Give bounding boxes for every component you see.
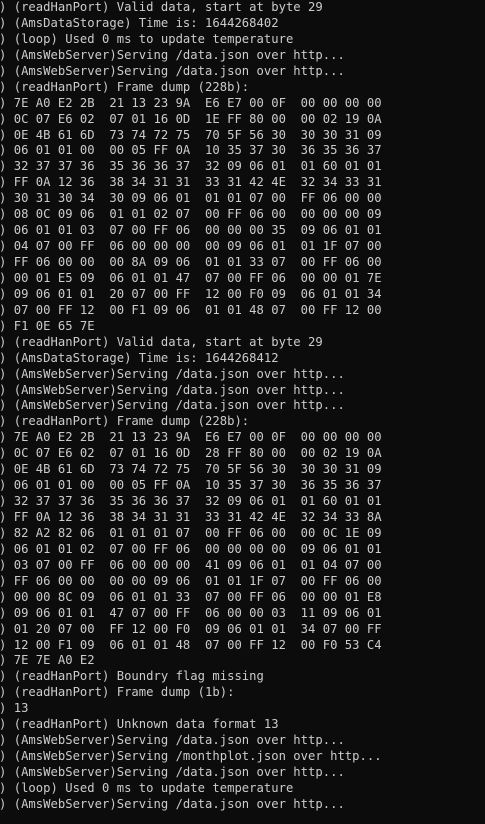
console-line: ) (AmsWebServer)Serving /data.json over … xyxy=(0,47,345,62)
console-line: ) 09 06 01 01 47 07 00 FF 06 00 00 03 11… xyxy=(0,605,382,620)
console-line: ) FF 06 00 00 00 8A 09 06 01 01 33 07 00… xyxy=(0,255,382,269)
console-line: ) (AmsDataStorage) Time is: 1644268412 xyxy=(0,350,279,365)
console-line: ) (AmsWebServer)Serving /monthplot.json … xyxy=(0,749,382,764)
console-line: ) 7E A0 E2 2B 21 13 23 9A E6 E7 00 0F 00… xyxy=(0,430,382,445)
console-line: ) FF 0A 12 36 38 34 31 31 33 31 42 4E 32… xyxy=(0,510,382,524)
console-line: ) 0E 4B 61 6D 73 74 72 75 70 5F 56 30 30… xyxy=(0,127,382,142)
console-line: ) 32 37 37 36 35 36 36 37 32 09 06 01 01… xyxy=(0,159,382,174)
console-line: ) (AmsWebServer)Serving /data.json over … xyxy=(0,382,345,397)
console-line: ) 03 07 00 FF 06 00 00 00 41 09 06 01 01… xyxy=(0,557,382,572)
console-line: ) 00 00 8C 09 06 01 01 33 07 00 FF 06 00… xyxy=(0,589,382,604)
console-line: ) 30 31 30 34 30 09 06 01 01 01 07 00 FF… xyxy=(0,191,382,206)
console-line: ) 04 07 00 FF 06 00 00 00 00 09 06 01 01… xyxy=(0,239,382,254)
console-line: ) 06 01 01 02 07 00 FF 06 00 00 00 00 09… xyxy=(0,541,382,556)
console-line: ) (loop) Used 0 ms to update temperature xyxy=(0,780,294,795)
console-line: ) (readHanPort) Valid data, start at byt… xyxy=(0,0,323,14)
console-line: ) 06 01 01 00 00 05 FF 0A 10 35 37 30 36… xyxy=(0,143,382,158)
console-line: ) 08 0C 09 06 01 01 02 07 00 FF 06 00 00… xyxy=(0,207,382,222)
console-line: ) 7E A0 E2 2B 21 13 23 9A E6 E7 00 0F 00… xyxy=(0,95,382,110)
console-line: ) 0E 4B 61 6D 73 74 72 75 70 5F 56 30 30… xyxy=(0,462,382,477)
console-line: ) (readHanPort) Unknown data format 13 xyxy=(0,717,279,732)
console-line: ) (readHanPort) Frame dump (228b): xyxy=(0,79,250,94)
console-line: ) (readHanPort) Valid data, start at byt… xyxy=(0,334,323,349)
console-line: ) (AmsDataStorage) Time is: 1644268402 xyxy=(0,15,279,30)
console-line: ) 82 A2 82 06 01 01 01 07 00 FF 06 00 00… xyxy=(0,525,382,540)
console-line: ) 0C 07 E6 02 07 01 16 0D 1E FF 80 00 00… xyxy=(0,111,382,126)
console-line: ) (readHanPort) Boundry flag missing xyxy=(0,669,264,684)
console-line: ) (AmsWebServer)Serving /data.json over … xyxy=(0,733,345,748)
console-line: ) (AmsWebServer)Serving /data.json over … xyxy=(0,398,345,413)
console-line: ) 00 01 E5 09 06 01 01 47 07 00 FF 06 00… xyxy=(0,270,382,285)
console-line: ) (readHanPort) Frame dump (228b): xyxy=(0,414,250,429)
console-line: ) FF 06 00 00 00 00 09 06 01 01 1F 07 00… xyxy=(0,573,382,588)
console-line: ) 06 01 01 00 00 05 FF 0A 10 35 37 30 36… xyxy=(0,478,382,493)
console-line: ) (AmsWebServer)Serving /data.json over … xyxy=(0,63,345,78)
console-line: ) (readHanPort) Frame dump (1b): xyxy=(0,685,235,700)
console-line: ) F1 0E 65 7E xyxy=(0,318,95,333)
console-line: ) (AmsWebServer)Serving /data.json over … xyxy=(0,765,345,779)
console-output[interactable]: ) (readHanPort) Valid data, start at byt… xyxy=(0,0,485,824)
console-line: ) 09 06 01 01 20 07 00 FF 12 00 F0 09 06… xyxy=(0,286,382,301)
console-line: ) FF 0A 12 36 38 34 31 31 33 31 42 4E 32… xyxy=(0,175,382,190)
console-line: ) (loop) Used 0 ms to update temperature xyxy=(0,31,294,46)
console-line: ) 06 01 01 03 07 00 FF 06 00 00 00 35 09… xyxy=(0,223,382,238)
console-line: ) 7E 7E A0 E2 xyxy=(0,653,95,668)
console-line: ) 13 xyxy=(0,701,29,716)
console-line: ) 07 00 FF 12 00 F1 09 06 01 01 48 07 00… xyxy=(0,302,382,317)
console-line: ) (AmsWebServer)Serving /data.json over … xyxy=(0,366,345,381)
console-line: ) 0C 07 E6 02 07 01 16 0D 28 FF 80 00 00… xyxy=(0,446,382,461)
console-line: ) 12 00 F1 09 06 01 01 48 07 00 FF 12 00… xyxy=(0,637,382,652)
console-line: ) (AmsWebServer)Serving /data.json over … xyxy=(0,796,345,811)
console-line: ) 32 37 37 36 35 36 36 37 32 09 06 01 01… xyxy=(0,494,382,509)
console-line: ) 01 20 07 00 FF 12 00 F0 09 06 01 01 34… xyxy=(0,621,382,636)
